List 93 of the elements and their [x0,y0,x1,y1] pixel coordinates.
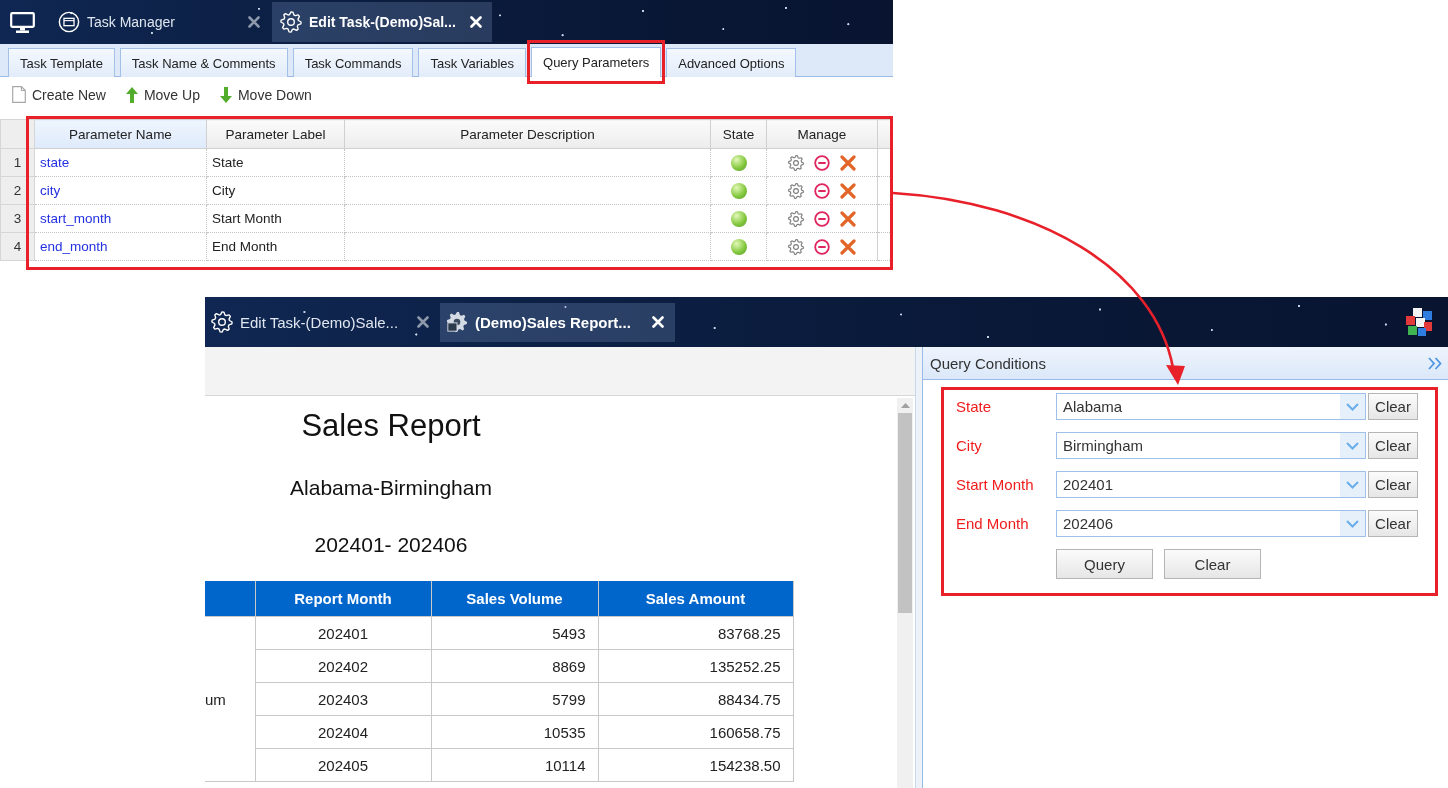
column-header: Report Month [255,581,431,617]
scrollbar[interactable] [897,398,913,788]
column-header[interactable]: Manage [766,119,878,149]
settings-icon[interactable] [788,238,804,255]
table-cell: 5493 [431,616,598,650]
circle-window-icon [58,11,80,33]
field-label: End Month [956,515,1030,532]
table-cell: 10535 [431,715,598,749]
close-icon[interactable] [417,316,429,328]
panel-title: Query Conditions [930,354,1046,372]
dropdown-field[interactable]: 202406 [1056,510,1366,537]
table-cell: 160658.75 [598,715,793,749]
table-cell: 202404 [255,715,431,749]
window-tab[interactable]: Task Manager [50,2,270,42]
gear-icon [446,311,468,333]
column-header[interactable]: Parameter Description [344,119,711,149]
scroll-up-icon[interactable] [900,403,910,408]
column-header[interactable]: Parameter Name [34,119,207,149]
table-cell: State [206,148,345,177]
table-cell: 8869 [431,649,598,683]
window-tab[interactable]: (Demo)Sales Report... [440,302,675,342]
field-label: State [956,398,993,415]
toolbar-button[interactable]: Move Down [219,86,312,103]
table-cell: End Month [206,232,345,261]
table-cell: 202405 [255,748,431,782]
monitor-icon[interactable] [10,11,35,33]
cross-icon[interactable] [840,154,856,171]
chevron-down-icon [1346,402,1359,411]
window-tab[interactable]: Edit Task-(Demo)Sale... [205,302,440,342]
report-title: Sales Report [300,407,482,445]
dropdown-field[interactable]: Birmingham [1056,432,1366,459]
settings-icon[interactable] [788,154,804,171]
column-header[interactable]: State [710,119,767,149]
dropdown-field[interactable]: Alabama [1056,393,1366,420]
scrollbar-thumb[interactable] [898,413,912,613]
cubes-logo-icon[interactable] [1404,307,1434,337]
close-icon[interactable] [248,16,260,28]
report-subtitle: Alabama-Birmingham [289,475,493,501]
table-cell: 135252.25 [598,649,793,683]
table-cell: 202401 [255,616,431,650]
clear-button[interactable]: Clear [1368,432,1418,459]
clear-button[interactable]: Clear [1368,471,1418,498]
tab[interactable]: Advanced Options [666,48,797,77]
chevron-down-icon [1346,441,1359,450]
table-cell: 5799 [431,682,598,716]
settings-icon[interactable] [788,210,804,227]
dropdown-field[interactable]: 202401 [1056,471,1366,498]
table-cell: Start Month [206,204,345,233]
toolbar-button[interactable]: Move Up [125,86,200,103]
arrow-down-icon [219,86,232,103]
gear-icon [280,11,302,33]
form-button[interactable]: Query [1056,549,1153,579]
table-cell: 154238.50 [598,748,793,782]
tab[interactable]: Query Parameters [531,47,662,77]
parameter-link[interactable]: state [40,155,70,170]
cross-icon[interactable] [840,210,856,227]
chevron-down-icon [1346,519,1359,528]
column-header[interactable]: Parameter Label [206,119,345,149]
window-tab[interactable]: Edit Task-(Demo)Sal... [272,2,492,42]
clear-button[interactable]: Clear [1368,510,1418,537]
chevron-down-icon [1346,480,1359,489]
tab[interactable]: Task Variables [418,48,526,77]
field-label: Start Month [956,476,1035,493]
table-cell: 10114 [431,748,598,782]
column-header [205,581,255,617]
tab[interactable]: Task Template [8,48,115,77]
table-cell: City [206,176,345,205]
document-icon [12,86,26,103]
tab[interactable]: Task Commands [292,48,414,77]
parameter-link[interactable]: city [40,183,61,198]
arrow-up-icon [125,86,138,103]
cross-icon[interactable] [840,182,856,199]
clear-button[interactable]: Clear [1368,393,1418,420]
table-cell: 83768.25 [598,616,793,650]
table-cell: 202403 [255,682,431,716]
report-period: 202401- 202406 [313,532,469,558]
toolbar-button[interactable]: Create New [12,86,106,103]
cross-icon[interactable] [840,238,856,255]
minus-circle-icon[interactable] [814,182,830,199]
settings-icon[interactable] [788,182,804,199]
tab[interactable]: Task Name & Comments [119,48,288,77]
table-cell: 88434.75 [598,682,793,716]
field-label: City [956,437,983,454]
gear-icon [211,311,233,333]
table-cell: 202402 [255,649,431,683]
column-header: Sales Amount [598,581,793,617]
double-chevron-icon[interactable] [1428,356,1442,370]
column-header: Sales Volume [431,581,598,617]
minus-circle-icon[interactable] [814,238,830,255]
form-button[interactable]: Clear [1164,549,1261,579]
minus-circle-icon[interactable] [814,210,830,227]
table-cell: um [205,616,255,782]
minus-circle-icon[interactable] [814,154,830,171]
